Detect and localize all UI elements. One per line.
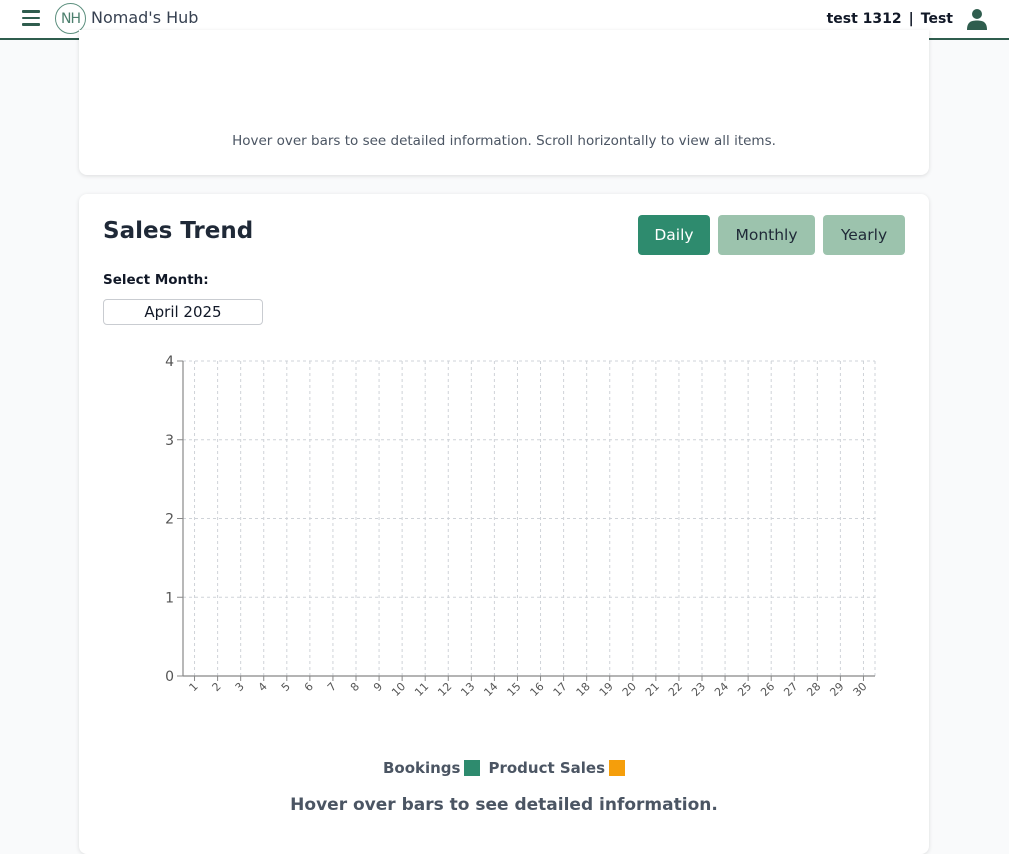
legend-swatch-bookings (464, 760, 481, 776)
x-tick-label: 16 (528, 680, 547, 699)
x-tick-label: 19 (597, 680, 616, 699)
x-tick-label: 20 (620, 680, 639, 699)
x-tick-label: 28 (804, 680, 823, 699)
chart-legend: Bookings Product Sales (79, 759, 929, 777)
top-chart-card: Hover over bars to see detailed informat… (79, 30, 929, 175)
x-tick-label: 10 (389, 680, 408, 699)
x-tick-label: 3 (233, 680, 247, 694)
x-tick-label: 9 (371, 680, 385, 694)
y-tick-label: 0 (165, 669, 174, 685)
x-tick-label: 13 (458, 680, 477, 699)
x-tick-label: 11 (412, 680, 431, 699)
x-tick-label: 30 (850, 680, 869, 699)
y-tick-label: 3 (165, 433, 174, 449)
legend-swatch-product-sales (609, 760, 626, 776)
sales-trend-chart: 012341 2 3 4 5 6 7 8 9 10 11 12 13 14 15 16 17 18 19 20 21 22… (165, 354, 876, 699)
legend-item-product-sales[interactable]: Product Sales (488, 759, 626, 777)
menu-icon[interactable] (22, 10, 40, 26)
legend-label-bookings: Bookings (382, 759, 461, 777)
x-tick-label: 14 (481, 680, 500, 699)
x-tick-label: 8 (348, 680, 362, 694)
x-tick-label: 4 (256, 680, 270, 694)
x-tick-label: 5 (279, 680, 293, 694)
x-tick-label: 25 (735, 680, 754, 699)
x-tick-label: 22 (666, 680, 685, 699)
x-tick-label: 29 (827, 680, 846, 699)
x-tick-label: 17 (551, 680, 570, 699)
x-tick-label: 18 (574, 680, 593, 699)
user-role: Test (920, 11, 953, 27)
user-separator: | (908, 11, 914, 27)
y-tick-label: 2 (165, 512, 174, 528)
top-card-hint: Hover over bars to see detailed informat… (232, 133, 776, 149)
x-tick-label: 2 (210, 680, 224, 694)
sales-trend-card: Sales Trend Daily Monthly Yearly Select … (79, 194, 929, 854)
x-tick-label: 21 (643, 680, 662, 699)
x-tick-label: 6 (302, 680, 316, 694)
x-tick-label: 7 (325, 680, 339, 694)
x-tick-label: 24 (712, 680, 731, 699)
y-tick-label: 1 (165, 590, 174, 606)
bottom-hint: Hover over bars to see detailed informat… (290, 795, 718, 815)
brand-name[interactable]: Nomad's Hub (91, 8, 198, 27)
x-tick-label: 23 (689, 680, 708, 699)
user-name: test 1312 (826, 11, 902, 27)
user-profile-icon[interactable] (967, 8, 987, 30)
legend-label-product-sales: Product Sales (488, 759, 606, 777)
x-tick-label: 12 (435, 680, 454, 699)
y-tick-label: 4 (165, 354, 174, 370)
legend-item-bookings[interactable]: Bookings (383, 759, 481, 777)
x-tick-label: 15 (504, 680, 523, 699)
x-tick-label: 26 (758, 680, 777, 699)
x-tick-label: 1 (187, 680, 201, 694)
user-info: test 1312 | Test (827, 11, 953, 27)
x-tick-label: 27 (781, 680, 800, 699)
